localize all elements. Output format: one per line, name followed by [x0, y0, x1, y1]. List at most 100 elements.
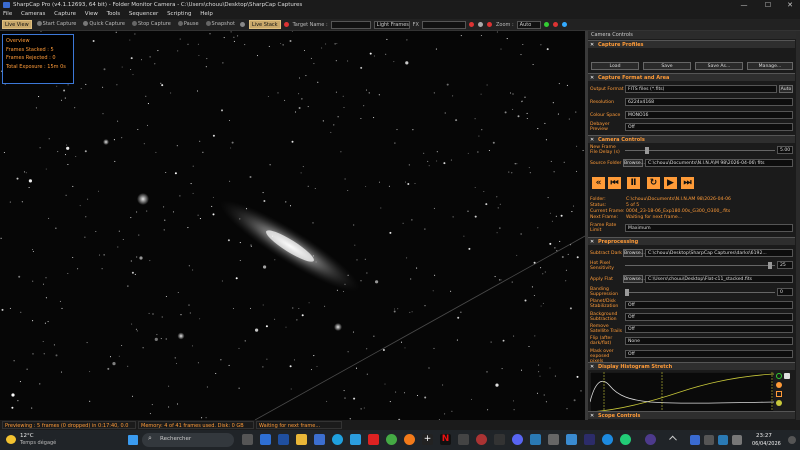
app-icon-12[interactable]: [645, 434, 656, 445]
menu-file[interactable]: File: [3, 11, 12, 17]
target-name-input[interactable]: [330, 20, 371, 29]
frame-rate-select[interactable]: Maximum: [625, 224, 793, 232]
plus-icon[interactable]: +: [422, 434, 433, 445]
edge-icon[interactable]: [332, 434, 343, 445]
save-as-button[interactable]: Save As...: [695, 62, 743, 70]
tray-icon-1[interactable]: [690, 435, 700, 445]
menu-cameras[interactable]: Cameras: [21, 11, 45, 17]
satellite-select[interactable]: Off: [625, 325, 793, 333]
camera-controls-header[interactable]: Camera Controls: [588, 135, 795, 144]
manage-button[interactable]: Manage...: [747, 62, 793, 70]
app-icon-1[interactable]: [260, 434, 271, 445]
banding-slider-track[interactable]: [625, 292, 775, 293]
frame-type-select[interactable]: Light Frames: [373, 20, 410, 29]
sharpcap-taskbar-icon[interactable]: [584, 434, 595, 445]
hot-pixel-value[interactable]: 25: [777, 261, 793, 269]
mask-select[interactable]: Off: [625, 350, 793, 358]
blue-tool-icon[interactable]: [561, 22, 567, 27]
banding-value[interactable]: 0: [777, 288, 793, 296]
save-button[interactable]: Save: [643, 62, 691, 70]
banding-slider-thumb[interactable]: [625, 289, 629, 296]
quick-capture-button[interactable]: Quick Capture: [81, 20, 127, 29]
capture-format-header[interactable]: Capture Format and Area: [588, 73, 795, 82]
snapshot-button[interactable]: Snapshot: [204, 20, 237, 29]
grid-icon[interactable]: [477, 22, 483, 27]
app-icon-11[interactable]: [620, 434, 631, 445]
hot-pixel-slider-track[interactable]: [625, 265, 775, 266]
debayer-select[interactable]: Off: [625, 123, 793, 131]
menu-sequencer[interactable]: Sequencer: [129, 11, 158, 17]
search-box[interactable]: ⌕ Rechercher: [142, 433, 234, 447]
delay-value[interactable]: 5.00: [777, 146, 793, 154]
file-explorer-icon[interactable]: [296, 434, 307, 445]
weather-desc[interactable]: Temps dégagé: [20, 440, 56, 446]
close-icon[interactable]: ✕: [782, 0, 798, 10]
store-icon[interactable]: [350, 434, 361, 445]
stop-capture-button[interactable]: Stop Capture: [130, 20, 173, 29]
loop-icon[interactable]: ↻: [647, 177, 660, 189]
app-icon-8[interactable]: [548, 434, 559, 445]
live-stack-button[interactable]: Live Stack: [248, 20, 281, 29]
pause-button[interactable]: Pause: [176, 20, 201, 29]
weather-moon-icon[interactable]: [6, 435, 16, 444]
menu-scripting[interactable]: Scripting: [167, 11, 191, 17]
fx-select[interactable]: [421, 20, 466, 29]
menu-help[interactable]: Help: [200, 11, 213, 17]
task-view-icon[interactable]: [242, 434, 253, 445]
dark-file-select[interactable]: C:\chouu\Desktop\SharpCap Captures\darks…: [645, 249, 793, 257]
gear-icon[interactable]: [776, 400, 782, 406]
menu-tools[interactable]: Tools: [107, 11, 121, 17]
hot-pixel-slider-thumb[interactable]: [768, 262, 772, 269]
app-icon-3[interactable]: [368, 434, 379, 445]
resolution-select[interactable]: 6224x4168: [625, 98, 793, 106]
flat-file-select[interactable]: C:\Users\chouu\Desktop\Flat-c11_stacked.…: [645, 275, 793, 283]
toggle-icon[interactable]: [784, 373, 790, 379]
auto-stretch-icon[interactable]: [776, 373, 782, 379]
rewind-icon[interactable]: «: [592, 177, 605, 189]
firefox-icon[interactable]: [404, 434, 415, 445]
settings-icon[interactable]: [239, 22, 245, 27]
start-capture-button[interactable]: Start Capture: [35, 20, 79, 29]
app-icon-9[interactable]: [566, 434, 577, 445]
tray-icon-3[interactable]: [718, 435, 728, 445]
app-icon-6[interactable]: [494, 434, 505, 445]
play-icon[interactable]: ▶: [664, 177, 677, 189]
discord-icon[interactable]: [512, 434, 523, 445]
histogram-graph[interactable]: [590, 372, 774, 416]
scope-controls-header[interactable]: Scope Controls: [588, 411, 795, 420]
clock-time[interactable]: 23:27: [756, 433, 772, 439]
maximize-icon[interactable]: ☐: [760, 0, 776, 10]
background-select[interactable]: Off: [625, 313, 793, 321]
weather-temp[interactable]: 12°C: [20, 433, 34, 439]
app-icon-10[interactable]: [602, 434, 613, 445]
app-icon-2[interactable]: [314, 434, 325, 445]
browse-flat-button[interactable]: Browse...: [623, 275, 645, 283]
preprocessing-header[interactable]: Preprocessing: [588, 237, 795, 246]
reset-icon[interactable]: [776, 382, 782, 388]
live-view-button[interactable]: Live View: [2, 20, 32, 29]
menu-capture[interactable]: Capture: [54, 11, 76, 17]
chrome-icon[interactable]: [386, 434, 397, 445]
app-icon-7[interactable]: [530, 434, 541, 445]
windows-start-icon[interactable]: [128, 435, 138, 445]
histogram-header[interactable]: Display Histogram Stretch: [588, 362, 795, 371]
flip-select[interactable]: None: [625, 337, 793, 345]
tray-icon-2[interactable]: [704, 435, 714, 445]
colour-space-select[interactable]: MONO16: [625, 111, 793, 119]
focus-icon[interactable]: [486, 22, 492, 27]
output-format-select[interactable]: FITS files (*.fits): [625, 85, 777, 93]
source-folder-select[interactable]: C:\chouu\Documents\N.I.N.A\M 98\2026-04-…: [645, 159, 793, 167]
browse-source-button[interactable]: Browse...: [623, 159, 645, 167]
image-viewport[interactable]: Overview Frames Stacked : 5 Frames Rejec…: [0, 31, 585, 420]
auto-button[interactable]: Auto: [779, 85, 793, 93]
app-icon-4[interactable]: [458, 434, 469, 445]
red-tool-icon[interactable]: [552, 22, 558, 27]
minimize-icon[interactable]: —: [736, 0, 752, 10]
wifi-icon[interactable]: [732, 435, 742, 445]
pause-playback-icon[interactable]: Ⅱ: [627, 177, 640, 189]
app-icon-5[interactable]: [476, 434, 487, 445]
clock-date[interactable]: 06/04/2026: [752, 441, 781, 447]
chevron-up-icon[interactable]: [669, 435, 677, 444]
browse-dark-button[interactable]: Browse...: [623, 249, 645, 257]
previous-icon[interactable]: ⏮: [608, 177, 621, 189]
